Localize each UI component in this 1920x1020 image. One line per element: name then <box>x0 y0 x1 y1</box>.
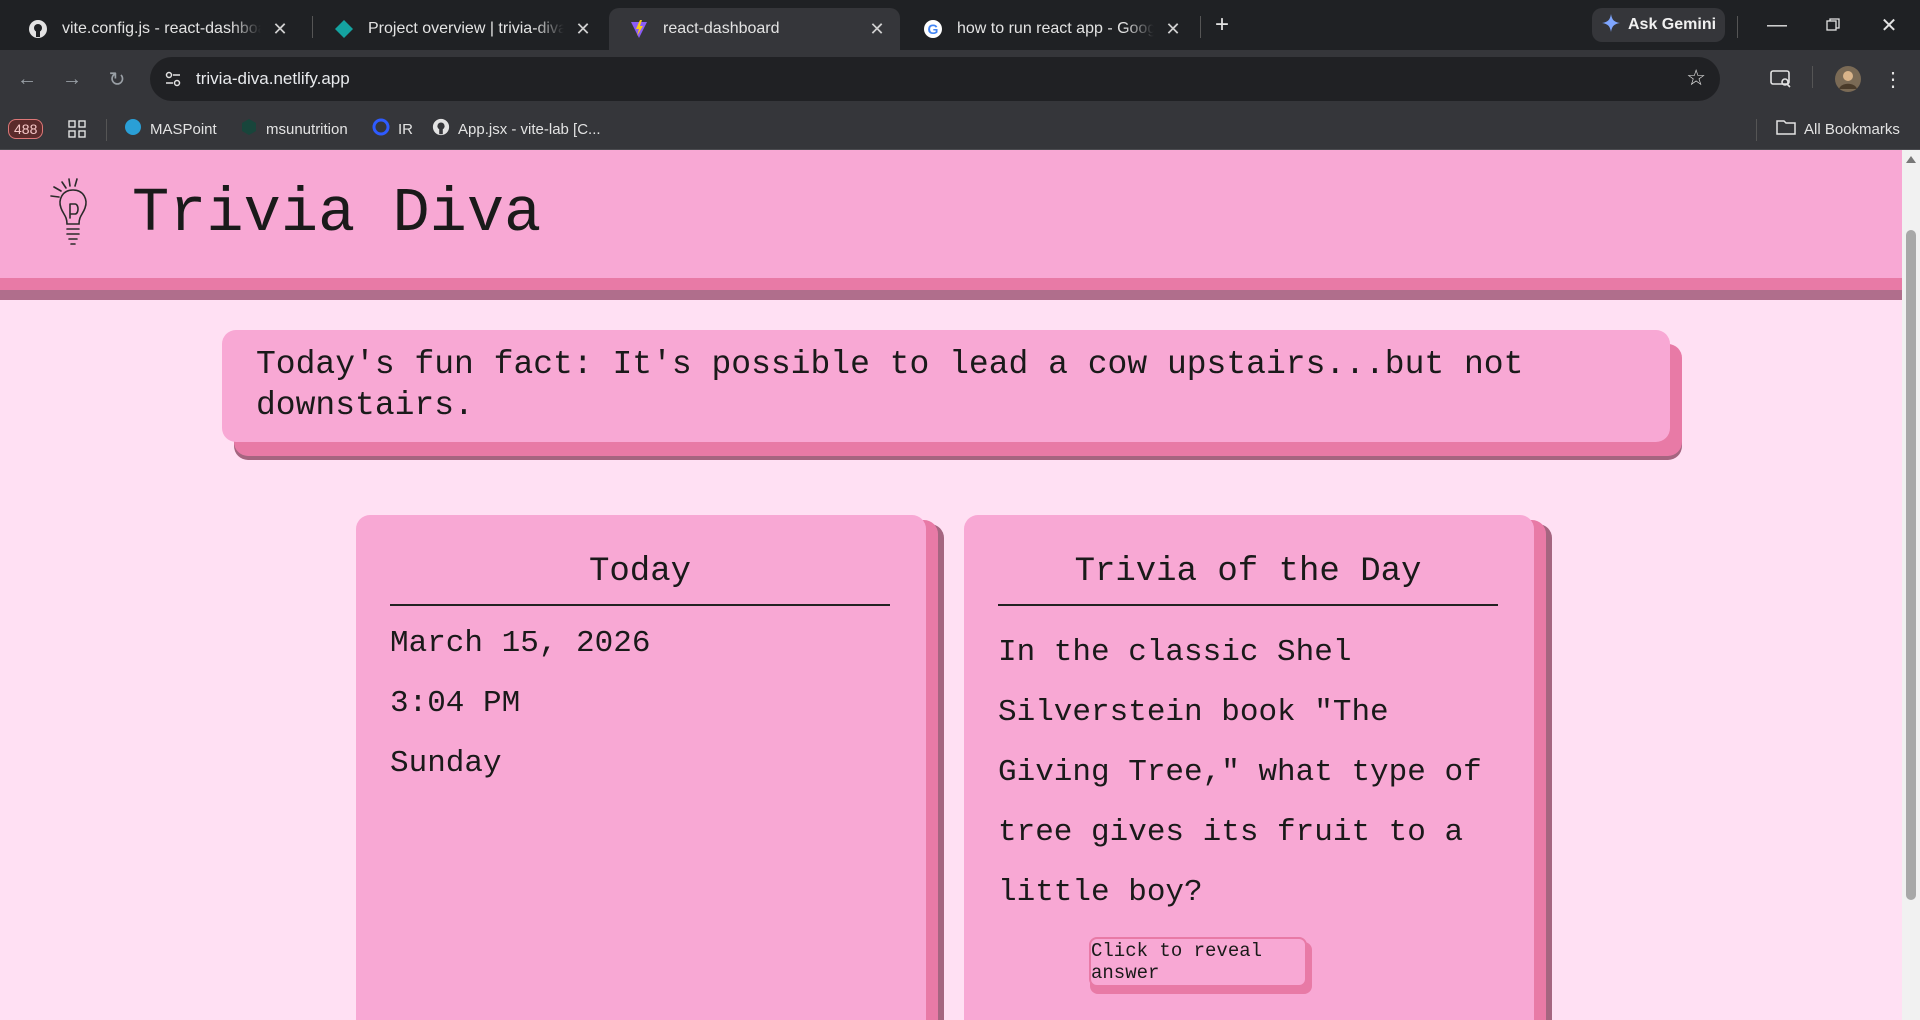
tab-google-search[interactable]: G how to run react app - Google Search ✕ <box>903 8 1196 50</box>
bookmark-star-icon[interactable]: ☆ <box>1686 65 1706 91</box>
all-bookmarks-button[interactable]: All Bookmarks <box>1776 117 1900 141</box>
apps-grid-icon[interactable] <box>68 117 86 141</box>
msu-icon <box>240 118 258 140</box>
trivia-question: In the classic Shel Silverstein book "Th… <box>998 635 1482 910</box>
tab-title: how to run react app - Google Search <box>957 20 1154 37</box>
browser-toolbar: ← → ↻ trivia-diva.netlify.app ☆ ⋮ <box>0 50 1920 108</box>
close-tab-icon[interactable]: ✕ <box>866 18 888 40</box>
gemini-sparkle-icon <box>1602 13 1620 37</box>
forward-icon[interactable]: → <box>57 64 87 94</box>
restore-icon[interactable] <box>1818 10 1848 40</box>
netlify-icon <box>334 19 354 39</box>
header-border <box>0 278 1902 290</box>
bookmarks-separator <box>106 119 107 141</box>
google-icon: G <box>923 19 943 39</box>
more-menu-icon[interactable]: ⋮ <box>1878 64 1908 94</box>
toolbar-separator <box>1812 66 1813 88</box>
lightbulb-logo-icon <box>50 178 87 245</box>
bookmark-maspoint[interactable]: MASPoint <box>124 117 217 141</box>
close-window-icon[interactable]: ✕ <box>1874 10 1904 40</box>
site-info-icon[interactable] <box>158 64 188 94</box>
close-tab-icon[interactable]: ✕ <box>269 18 291 40</box>
tab-separator <box>1200 16 1201 38</box>
tab-title: Project overview | trivia-diva | Netlify <box>368 20 564 37</box>
github-icon <box>28 19 48 39</box>
close-tab-icon[interactable]: ✕ <box>1162 18 1184 40</box>
ask-gemini-button[interactable]: Ask Gemini <box>1592 8 1725 42</box>
today-card-divider <box>390 604 890 606</box>
scrollbar-thumb[interactable] <box>1906 230 1916 900</box>
bookmarks-bar: 488 MASPoint msunutrition IR App.jsx - v… <box>0 108 1920 150</box>
header-shadow <box>0 290 1902 300</box>
reveal-answer-button[interactable]: Click to reveal answer <box>1089 937 1307 987</box>
trivia-card-divider <box>998 604 1498 606</box>
bookmark-msunutrition[interactable]: msunutrition <box>240 117 348 141</box>
tab-react-dashboard[interactable]: react-dashboard ✕ <box>609 8 900 50</box>
site-title: Trivia Diva <box>132 178 542 249</box>
minimize-icon[interactable]: — <box>1762 10 1792 40</box>
fun-fact-text: Today's fun fact: It's possible to lead … <box>222 330 1670 442</box>
svg-text:G: G <box>928 21 939 37</box>
profile-avatar[interactable] <box>1833 64 1863 94</box>
tab-title: vite.config.js - react-dashboard <box>62 20 261 37</box>
tab-vite-config[interactable]: vite.config.js - react-dashboard ✕ <box>8 8 303 50</box>
tab-count-badge[interactable]: 488 <box>8 117 44 141</box>
page-scrollbar[interactable] <box>1902 150 1920 1020</box>
scroll-up-arrow-icon[interactable] <box>1906 156 1916 163</box>
today-time: 3:04 PM <box>390 686 521 721</box>
new-tab-icon[interactable]: + <box>1208 11 1236 39</box>
today-card-title: Today <box>588 553 692 591</box>
ask-gemini-label: Ask Gemini <box>1628 16 1717 33</box>
address-bar[interactable]: trivia-diva.netlify.app ☆ <box>150 57 1720 101</box>
today-date: March 15, 2026 <box>390 626 651 661</box>
bookmark-app-jsx[interactable]: App.jsx - vite-lab [C... <box>432 117 601 141</box>
trivia-card: Trivia of the Day In the classic Shel Si… <box>964 515 1534 1020</box>
reload-icon[interactable]: ↻ <box>102 64 132 94</box>
tab-netlify[interactable]: Project overview | trivia-diva | Netlify… <box>314 8 606 50</box>
tab-title: react-dashboard <box>663 20 780 37</box>
tab-separator <box>1737 16 1738 38</box>
github-icon <box>432 118 450 140</box>
cast-icon[interactable] <box>1766 64 1796 94</box>
tab-separator <box>312 16 313 38</box>
bookmarks-separator <box>1756 119 1757 141</box>
vite-icon <box>629 19 649 39</box>
bookmark-ir[interactable]: IR <box>372 117 413 141</box>
back-icon[interactable]: ← <box>12 64 42 94</box>
folder-icon <box>1776 118 1796 140</box>
tab-strip: vite.config.js - react-dashboard ✕ Proje… <box>0 0 1920 50</box>
trivia-card-title: Trivia of the Day <box>1074 553 1422 591</box>
page-viewport: Trivia Diva Today's fun fact: It's possi… <box>0 150 1902 1020</box>
site-header: Trivia Diva <box>0 150 1902 300</box>
url-text: trivia-diva.netlify.app <box>196 69 350 88</box>
today-card: Today March 15, 2026 3:04 PM Sunday <box>356 515 926 1020</box>
maspoint-icon <box>124 118 142 140</box>
ir-icon <box>372 118 390 140</box>
today-weekday: Sunday <box>390 746 502 781</box>
close-tab-icon[interactable]: ✕ <box>572 18 594 40</box>
fun-fact-banner: Today's fun fact: It's possible to lead … <box>222 330 1682 456</box>
